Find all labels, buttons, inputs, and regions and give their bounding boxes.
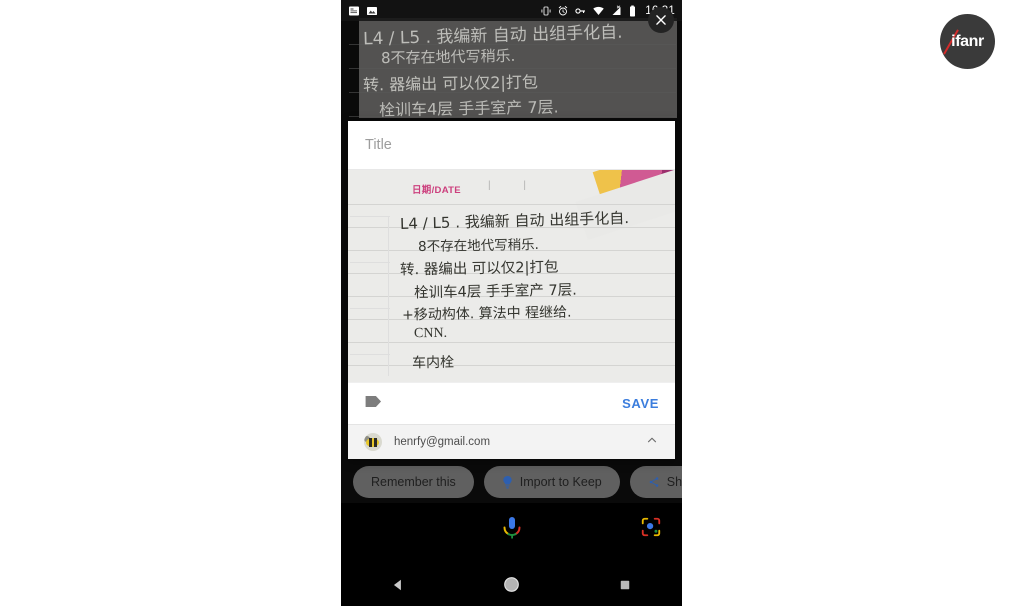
nav-back-button[interactable] [368,563,428,606]
wifi-icon [592,5,605,17]
suggestion-chips: Remember this Import to Keep Share [353,466,682,498]
avatar [364,433,382,451]
hand-line-2: 8不存在地代写稍乐. [417,236,540,256]
status-bar: 16:31 [341,0,682,21]
mobile-signal-off-icon [610,4,623,17]
google-lens-icon[interactable] [640,516,662,543]
bg-hand-line-2: 8不存在地代写稍乐. [380,46,516,68]
close-icon [656,15,666,25]
ifanr-logo-text: ifanr [951,32,984,50]
notebook-date-marks: | | [488,180,541,191]
home-circle-icon [504,577,519,592]
keep-save-dialog: Title 日期/DATE | | L4 / L5 . 我编新 自动 出组手化自… [348,121,675,459]
assistant-bar [341,503,682,563]
notification-list-icon [348,5,360,17]
nav-home-button[interactable] [481,563,541,606]
chip-share-label: Share [666,475,682,489]
notebook-margin-boxes [350,216,390,376]
save-button[interactable]: SAVE [622,396,659,411]
google-assistant-mic-icon[interactable] [500,515,524,546]
hand-line-5: +移动构体. 算法中 程继给. [401,304,572,324]
hand-line-4: 栓训车4层 手手室产 7层. [413,282,577,302]
share-icon [648,476,660,488]
battery-icon [628,5,637,17]
note-image-preview[interactable]: 日期/DATE | | L4 / L5 . 我编新 自动 出组手化自. 8不存在… [348,169,675,382]
hand-line-6: CNN. [413,325,448,342]
back-triangle-icon [393,579,401,590]
status-bar-left-icons [348,5,378,17]
ifanr-logo: ifanr [940,14,995,69]
recents-square-icon [620,580,630,589]
nav-recents-button[interactable] [595,563,655,606]
close-button[interactable] [648,7,674,33]
bg-hand-line-3: 转. 器编出 可以仅2|打包 [362,72,539,95]
hand-line-3: 转. 器编出 可以仅2|打包 [399,259,559,279]
chip-remember-this-label: Remember this [371,475,456,489]
hand-line-7: 车内栓 [411,354,455,372]
keep-bulb-icon [502,475,513,489]
note-title-placeholder: Title [365,137,392,153]
phone-screen: L4 / L5 . 我编新 自动 出组手化自. 8不存在地代写稍乐. 转. 器编… [341,0,682,606]
dialog-actions-row: SAVE [348,382,675,424]
vpn-key-icon [574,5,587,17]
chip-remember-this[interactable]: Remember this [353,466,474,498]
account-email: henrfy@gmail.com [394,436,491,448]
account-row[interactable]: henrfy@gmail.com [348,424,675,459]
notebook-date-header: 日期/DATE [412,185,461,196]
android-nav-bar [341,563,682,606]
chip-import-to-keep[interactable]: Import to Keep [483,466,620,498]
note-title-field[interactable]: Title [348,121,675,169]
alarm-clock-icon [557,5,569,17]
vibrate-icon [540,5,552,17]
chip-import-to-keep-label: Import to Keep [519,475,602,489]
screenshot-root: ifanr L4 / L5 . 我编新 自动 出组手化自. 8不存在地代写稍乐.… [0,0,1022,606]
chevron-up-icon[interactable] [645,433,659,452]
label-tag-icon[interactable] [364,394,383,414]
screenshot-image-icon [366,5,378,17]
bg-hand-line-4: 栓训车4层 手手室产 7层. [378,97,559,120]
chip-share[interactable]: Share [629,466,682,498]
